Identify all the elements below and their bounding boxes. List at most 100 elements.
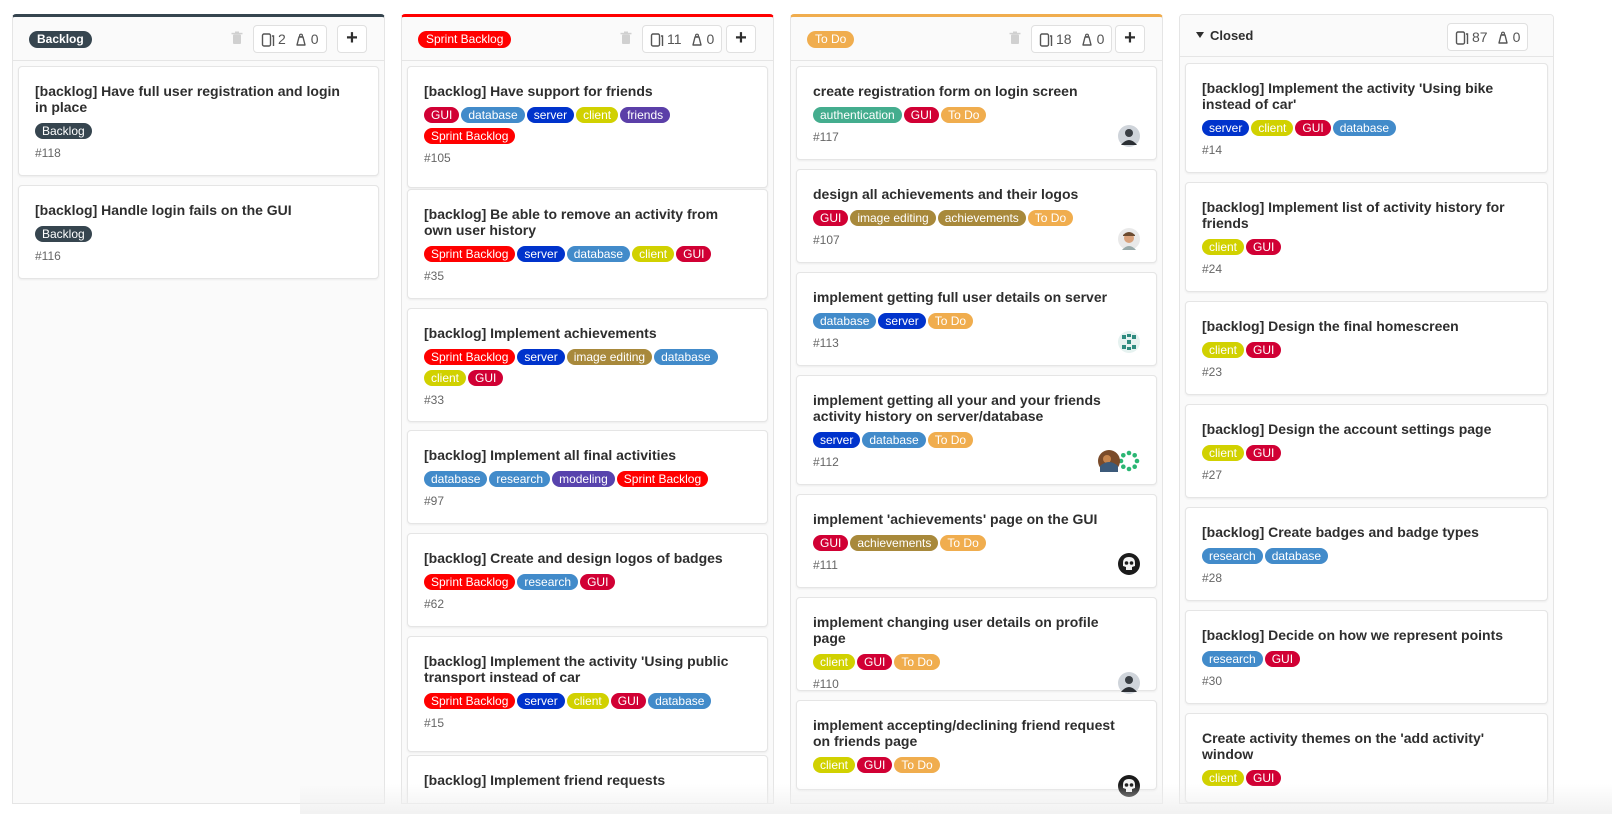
- assignee-avatar[interactable]: [1098, 450, 1120, 472]
- issue-card[interactable]: [backlog] Implement list of activity his…: [1185, 182, 1548, 292]
- label-sprint-backlog[interactable]: Sprint Backlog: [424, 574, 516, 590]
- issue-card[interactable]: [backlog] Design the final homescreen cli…: [1185, 301, 1548, 395]
- issue-title-link[interactable]: [backlog] Implement all final activities: [424, 447, 743, 463]
- label-research[interactable]: research: [1202, 651, 1263, 667]
- label-client[interactable]: client: [813, 757, 856, 773]
- label-gui[interactable]: GUI: [424, 107, 460, 123]
- assignee-avatar[interactable]: [1118, 450, 1140, 472]
- label-database[interactable]: database: [566, 246, 631, 262]
- issue-card[interactable]: implement 'achievements' page on the GUI…: [796, 494, 1157, 588]
- label-server[interactable]: server: [878, 313, 926, 329]
- issue-card[interactable]: [backlog] Create badges and badge types r…: [1185, 507, 1548, 601]
- delete-list-icon[interactable]: [231, 31, 243, 45]
- label-gui[interactable]: GUI: [468, 370, 504, 386]
- label-sprint-backlog[interactable]: Sprint Backlog: [424, 128, 516, 144]
- label-to-do[interactable]: To Do: [927, 432, 974, 448]
- assignee-avatar[interactable]: [1118, 228, 1140, 250]
- issue-title-link[interactable]: design all achievements and their logos: [813, 186, 1132, 202]
- issue-card[interactable]: implement accepting/declining friend req…: [796, 700, 1157, 797]
- assignee-avatar[interactable]: [1118, 125, 1140, 147]
- label-database[interactable]: database: [654, 349, 718, 365]
- label-client[interactable]: client: [1202, 445, 1245, 461]
- add-issue-button[interactable]: +: [726, 25, 756, 53]
- label-backlog[interactable]: Backlog: [35, 123, 92, 139]
- issue-title-link[interactable]: create registration form on login screen: [813, 83, 1132, 99]
- label-client[interactable]: client: [576, 107, 619, 123]
- label-image-editing[interactable]: image editing: [850, 210, 936, 226]
- label-to-do[interactable]: To Do: [927, 313, 974, 329]
- assignee-avatar[interactable]: [1118, 331, 1140, 353]
- label-to-do[interactable]: To Do: [941, 107, 987, 123]
- label-database[interactable]: database: [813, 313, 877, 329]
- label-gui[interactable]: GUI: [580, 574, 616, 590]
- issue-title-link[interactable]: [backlog] Implement the activity 'Using …: [1202, 80, 1523, 112]
- label-sprint-backlog[interactable]: Sprint Backlog: [424, 349, 516, 365]
- issue-card[interactable]: [backlog] Handle login fails on the GUI B…: [18, 185, 379, 279]
- issue-card[interactable]: [backlog] Have full user registration an…: [18, 66, 379, 176]
- label-server[interactable]: server: [517, 349, 565, 365]
- label-database[interactable]: database: [862, 432, 926, 448]
- label-server[interactable]: server: [517, 246, 565, 262]
- label-client[interactable]: client: [424, 370, 467, 386]
- label-database[interactable]: database: [648, 693, 712, 709]
- label-client[interactable]: client: [566, 693, 609, 709]
- label-gui[interactable]: GUI: [1264, 651, 1301, 667]
- label-database[interactable]: database: [1332, 120, 1397, 136]
- issue-title-link[interactable]: [backlog] Have full user registration an…: [35, 83, 354, 115]
- label-authentication[interactable]: authentication: [813, 107, 902, 123]
- issue-title-link[interactable]: [backlog] Design the final homescreen: [1202, 318, 1523, 334]
- label-gui[interactable]: GUI: [1246, 445, 1282, 461]
- label-research[interactable]: research: [517, 574, 579, 590]
- label-client[interactable]: client: [632, 246, 675, 262]
- label-gui[interactable]: GUI: [610, 693, 647, 709]
- label-image-editing[interactable]: image editing: [566, 349, 653, 365]
- label-sprint-backlog[interactable]: Sprint Backlog: [424, 693, 516, 709]
- issue-card[interactable]: [backlog] Design the account settings pa…: [1185, 404, 1548, 498]
- label-server[interactable]: server: [517, 693, 565, 709]
- label-backlog[interactable]: Backlog: [35, 226, 92, 242]
- label-gui[interactable]: GUI: [1295, 120, 1331, 136]
- label-achievements[interactable]: achievements: [850, 535, 939, 551]
- issue-card[interactable]: [backlog] Implement the activity 'Using …: [407, 636, 768, 752]
- issue-title-link[interactable]: Create activity themes on the 'add activ…: [1202, 730, 1523, 762]
- issue-title-link[interactable]: [backlog] Be able to remove an activity …: [424, 206, 743, 238]
- label-research[interactable]: research: [1202, 548, 1263, 564]
- issue-title-link[interactable]: implement 'achievements' page on the GUI: [813, 511, 1132, 527]
- issue-title-link[interactable]: [backlog] Design the account settings pa…: [1202, 421, 1523, 437]
- label-gui[interactable]: GUI: [813, 210, 849, 226]
- label-gui[interactable]: GUI: [903, 107, 940, 123]
- add-issue-button[interactable]: +: [1115, 25, 1145, 53]
- issue-card[interactable]: implement getting all your and your frie…: [796, 375, 1157, 485]
- label-achievements[interactable]: achievements: [937, 210, 1026, 226]
- issue-title-link[interactable]: [backlog] Handle login fails on the GUI: [35, 202, 354, 218]
- column-title-toggle[interactable]: Closed: [1196, 28, 1253, 43]
- label-gui[interactable]: GUI: [1246, 342, 1282, 358]
- label-client[interactable]: client: [1202, 342, 1245, 358]
- issue-card[interactable]: create registration form on login screen…: [796, 66, 1157, 160]
- label-database[interactable]: database: [461, 107, 525, 123]
- label-database[interactable]: database: [424, 471, 488, 487]
- label-to-do[interactable]: To Do: [1027, 210, 1074, 226]
- label-gui[interactable]: GUI: [857, 654, 893, 670]
- label-friends[interactable]: friends: [620, 107, 671, 123]
- label-research[interactable]: research: [489, 471, 551, 487]
- issue-title-link[interactable]: [backlog] Create and design logos of bad…: [424, 550, 743, 566]
- label-client[interactable]: client: [1251, 120, 1294, 136]
- label-sprint-backlog[interactable]: Sprint Backlog: [616, 471, 709, 487]
- label-gui[interactable]: GUI: [857, 757, 893, 773]
- delete-list-icon[interactable]: [620, 31, 632, 45]
- issue-title-link[interactable]: [backlog] Have support for friends: [424, 83, 743, 99]
- issue-card[interactable]: [backlog] Implement all final activities…: [407, 430, 768, 524]
- issue-card[interactable]: [backlog] Be able to remove an activity …: [407, 189, 768, 299]
- issue-card[interactable]: implement getting full user details on s…: [796, 272, 1157, 366]
- issue-card[interactable]: [backlog] Create and design logos of bad…: [407, 533, 768, 627]
- issue-card[interactable]: [backlog] Decide on how we represent poi…: [1185, 610, 1548, 704]
- add-issue-button[interactable]: +: [337, 25, 367, 53]
- issue-title-link[interactable]: [backlog] Implement the activity 'Using …: [424, 653, 743, 685]
- issue-card[interactable]: implement changing user details on profi…: [796, 597, 1157, 694]
- label-server[interactable]: server: [1202, 120, 1250, 136]
- label-gui[interactable]: GUI: [813, 535, 849, 551]
- issue-card[interactable]: design all achievements and their logos G…: [796, 169, 1157, 263]
- label-to-do[interactable]: To Do: [894, 757, 940, 773]
- issue-title-link[interactable]: [backlog] Create badges and badge types: [1202, 524, 1523, 540]
